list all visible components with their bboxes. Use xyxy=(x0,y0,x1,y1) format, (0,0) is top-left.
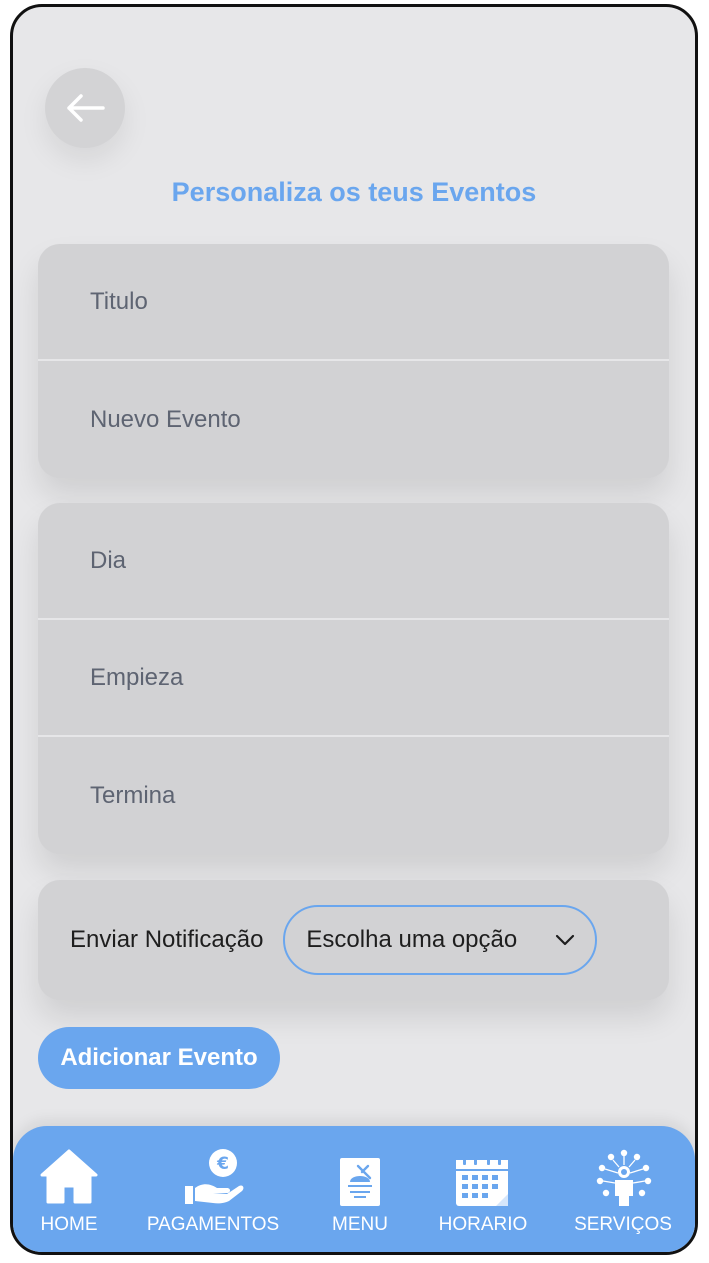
arrow-left-icon xyxy=(67,94,105,122)
payments-icon: € xyxy=(185,1149,244,1204)
bottom-tab-bar: HOME € PAGAMENTOS MENU HORARIO SERVIÇOS xyxy=(13,1126,695,1252)
tab-menu[interactable]: MENU xyxy=(323,1126,397,1252)
home-icon xyxy=(40,1149,98,1204)
phone-frame: Personaliza os teus Eventos Titulo Nuevo… xyxy=(10,4,698,1255)
tab-payments[interactable]: € PAGAMENTOS xyxy=(146,1126,280,1252)
tab-services[interactable]: SERVIÇOS xyxy=(573,1126,673,1252)
tab-schedule-label: HORARIO xyxy=(438,1214,528,1235)
tab-home[interactable]: HOME xyxy=(27,1126,111,1252)
notification-select-value: Escolha uma opção xyxy=(306,926,518,953)
services-icon xyxy=(596,1149,652,1206)
back-button[interactable] xyxy=(45,68,125,148)
end-time-input[interactable]: Termina xyxy=(38,737,669,854)
event-info-card: Titulo Nuevo Evento xyxy=(38,244,669,478)
calendar-icon xyxy=(456,1157,508,1206)
notification-label: Enviar Notificação xyxy=(70,926,264,953)
notification-select[interactable]: Escolha uma opção xyxy=(283,905,598,975)
tab-schedule[interactable]: HORARIO xyxy=(433,1126,533,1252)
add-event-button[interactable]: Adicionar Evento xyxy=(38,1027,280,1089)
title-input[interactable]: Titulo xyxy=(38,244,669,361)
notification-card: Enviar Notificação Escolha uma opção xyxy=(38,880,669,1000)
tab-services-label: SERVIÇOS xyxy=(574,1214,672,1235)
event-name-input[interactable]: Nuevo Evento xyxy=(38,361,669,478)
tab-menu-label: MENU xyxy=(332,1214,388,1235)
chevron-down-icon xyxy=(556,934,575,946)
start-time-input[interactable]: Empieza xyxy=(38,620,669,737)
menu-icon xyxy=(340,1158,380,1206)
tab-home-label: HOME xyxy=(40,1214,98,1235)
page-title: Personaliza os teus Eventos xyxy=(171,177,537,207)
day-input[interactable]: Dia xyxy=(38,503,669,620)
tab-payments-label: PAGAMENTOS xyxy=(146,1214,280,1235)
svg-text:€: € xyxy=(216,1154,229,1174)
event-time-card: Dia Empieza Termina xyxy=(38,503,669,854)
